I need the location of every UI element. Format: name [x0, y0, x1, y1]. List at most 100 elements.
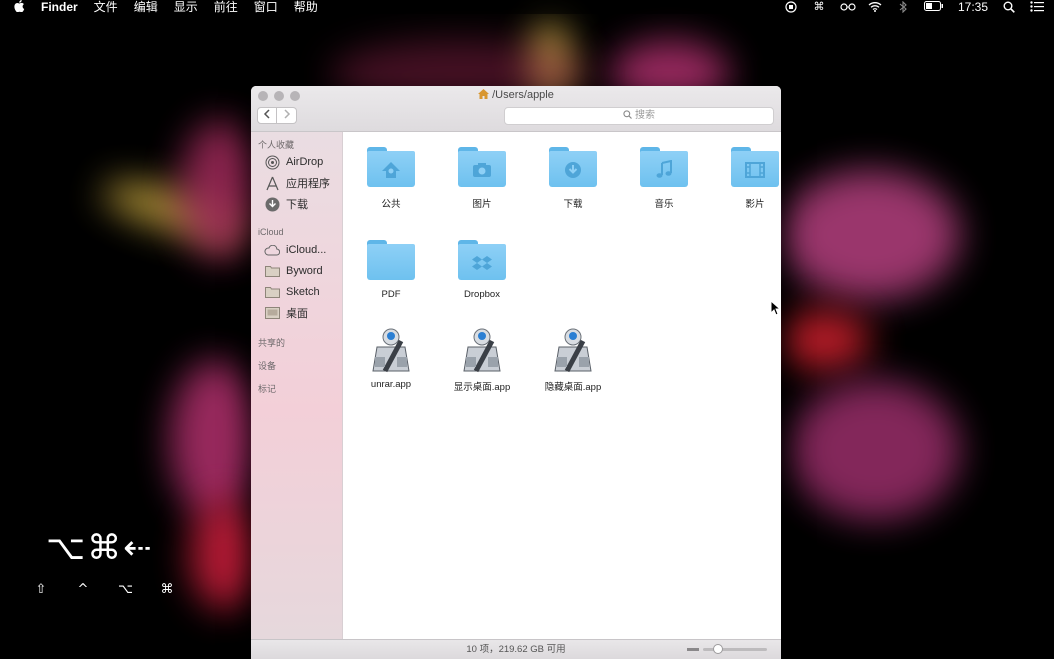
- menu-file[interactable]: 文件: [94, 0, 118, 14]
- pictures-folder-icon: [456, 144, 508, 190]
- notification-center-icon[interactable]: [1030, 1, 1044, 13]
- menu-view[interactable]: 显示: [174, 0, 198, 14]
- sidebar-item-label: Byword: [286, 265, 323, 277]
- command-key-indicator: ⌘: [160, 582, 174, 597]
- file-label: 影片: [745, 199, 765, 210]
- sidebar-item-label: AirDrop: [286, 156, 324, 168]
- file-label: 图片: [472, 199, 492, 210]
- file-label: 下载: [563, 199, 583, 210]
- option-key-indicator: ⌥: [118, 582, 133, 597]
- file-label: 隐藏桌面.app: [544, 382, 602, 393]
- wifi-icon[interactable]: [868, 1, 882, 13]
- sidebar-item-label: 桌面: [286, 308, 308, 320]
- sidebar-header-icloud: iCloud: [258, 227, 284, 237]
- automator-app-icon: [456, 327, 508, 373]
- shift-key-indicator: ⇧: [35, 582, 47, 597]
- public-folder-icon: [365, 144, 417, 190]
- finder-window: /Users/apple 搜索 个人收藏 AirDrop 应用程序 下载 iCl…: [251, 86, 781, 659]
- download-icon: [264, 196, 280, 212]
- menu-bar: Finder 文件 编辑 显示 前往 窗口 帮助 ⌘ 17:35: [0, 0, 1054, 14]
- sidebar-item-desktop[interactable]: 桌面: [264, 304, 308, 322]
- icon-size-slider[interactable]: [703, 644, 767, 654]
- folder-icon: [264, 284, 280, 300]
- menu-window[interactable]: 窗口: [254, 0, 278, 14]
- slider-knob[interactable]: [713, 644, 723, 654]
- file-item-show-desktop-app[interactable]: 显示桌面.app: [442, 327, 522, 393]
- file-item-hide-desktop-app[interactable]: 隐藏桌面.app: [533, 327, 613, 393]
- automator-app-icon: [547, 327, 599, 373]
- sidebar-item-label: 应用程序: [286, 178, 330, 190]
- battery-icon[interactable]: [923, 1, 944, 13]
- file-item-music[interactable]: 音乐: [624, 144, 704, 210]
- airdrop-icon: [264, 154, 280, 170]
- window-title: /Users/apple: [251, 89, 781, 101]
- sidebar-item-airdrop[interactable]: AirDrop: [264, 153, 323, 171]
- window-title-text: /Users/apple: [492, 89, 554, 101]
- file-browser: 公共 图片 下载 音乐 影片 PDF Dropbox unrar.app 显示桌…: [343, 132, 781, 639]
- movies-folder-icon: [729, 144, 781, 190]
- record-icon[interactable]: [784, 1, 798, 13]
- control-key-indicator: ^: [77, 582, 89, 597]
- file-item-unrar-app[interactable]: unrar.app: [351, 327, 431, 390]
- menu-go[interactable]: 前往: [214, 0, 238, 14]
- sidebar-header-tags[interactable]: 标记: [258, 382, 276, 395]
- sidebar-item-label: 下载: [286, 199, 308, 211]
- mouse-cursor-icon: [770, 300, 780, 316]
- folder-icon: [264, 263, 280, 279]
- downloads-folder-icon: [547, 144, 599, 190]
- sidebar-item-sketch[interactable]: Sketch: [264, 283, 320, 301]
- window-titlebar[interactable]: /Users/apple 搜索: [251, 86, 781, 132]
- file-label: unrar.app: [370, 379, 412, 390]
- back-button[interactable]: [257, 107, 277, 124]
- sidebar-header-shared[interactable]: 共享的: [258, 336, 285, 349]
- desktop-folder-icon: [264, 305, 280, 321]
- chevron-left-icon: [263, 109, 270, 119]
- command-icon[interactable]: ⌘: [812, 1, 826, 13]
- sidebar-item-label: Sketch: [286, 286, 320, 298]
- music-folder-icon: [638, 144, 690, 190]
- spotlight-search-icon[interactable]: [1002, 1, 1016, 13]
- sidebar-item-downloads[interactable]: 下载: [264, 195, 308, 213]
- search-icon: [623, 109, 632, 125]
- file-label: 显示桌面.app: [453, 382, 511, 393]
- dropbox-folder-icon: [456, 237, 508, 283]
- menu-help[interactable]: 帮助: [294, 0, 318, 14]
- file-item-pictures[interactable]: 图片: [442, 144, 522, 210]
- menubar-clock[interactable]: 17:35: [958, 0, 988, 14]
- file-item-downloads[interactable]: 下载: [533, 144, 613, 210]
- file-label: Dropbox: [464, 289, 500, 300]
- file-item-dropbox[interactable]: Dropbox: [442, 237, 522, 300]
- zoom-min-indicator: [687, 648, 699, 651]
- sidebar-item-byword[interactable]: Byword: [264, 262, 323, 280]
- glasses-icon[interactable]: [840, 1, 856, 13]
- modifier-keys-row: ⇧ ^ ⌥ ⌘: [34, 582, 174, 597]
- file-item-pdf[interactable]: PDF: [351, 237, 431, 300]
- search-placeholder: 搜索: [635, 110, 655, 121]
- keyboard-shortcut-display: ⌥⌘⇠: [46, 528, 154, 568]
- navigation-buttons: [257, 107, 297, 124]
- folder-icon: [365, 237, 417, 283]
- sidebar-item-icloud-drive[interactable]: iCloud...: [264, 241, 326, 259]
- home-icon: [478, 89, 490, 99]
- applications-icon: [264, 175, 280, 191]
- sidebar-header-devices[interactable]: 设备: [258, 359, 276, 372]
- sidebar: 个人收藏 AirDrop 应用程序 下载 iCloud iCloud... By…: [251, 132, 343, 639]
- menu-edit[interactable]: 编辑: [134, 0, 158, 14]
- status-bar: 10 项，219.62 GB 可用: [251, 639, 781, 659]
- search-input[interactable]: 搜索: [504, 107, 774, 125]
- sidebar-item-applications[interactable]: 应用程序: [264, 174, 330, 192]
- automator-app-icon: [365, 327, 417, 373]
- file-label: PDF: [381, 289, 401, 300]
- file-label: 音乐: [654, 199, 674, 210]
- file-item-movies[interactable]: 影片: [715, 144, 781, 210]
- file-item-public[interactable]: 公共: [351, 144, 431, 210]
- app-menu-finder[interactable]: Finder: [41, 0, 78, 14]
- bluetooth-icon[interactable]: [896, 0, 910, 14]
- cloud-icon: [264, 242, 280, 258]
- apple-menu-icon[interactable]: [14, 0, 25, 15]
- sidebar-item-label: iCloud...: [286, 244, 327, 256]
- status-text: 10 项，219.62 GB 可用: [466, 644, 566, 655]
- file-label: 公共: [381, 199, 401, 210]
- chevron-right-icon: [283, 109, 290, 119]
- forward-button[interactable]: [277, 107, 297, 124]
